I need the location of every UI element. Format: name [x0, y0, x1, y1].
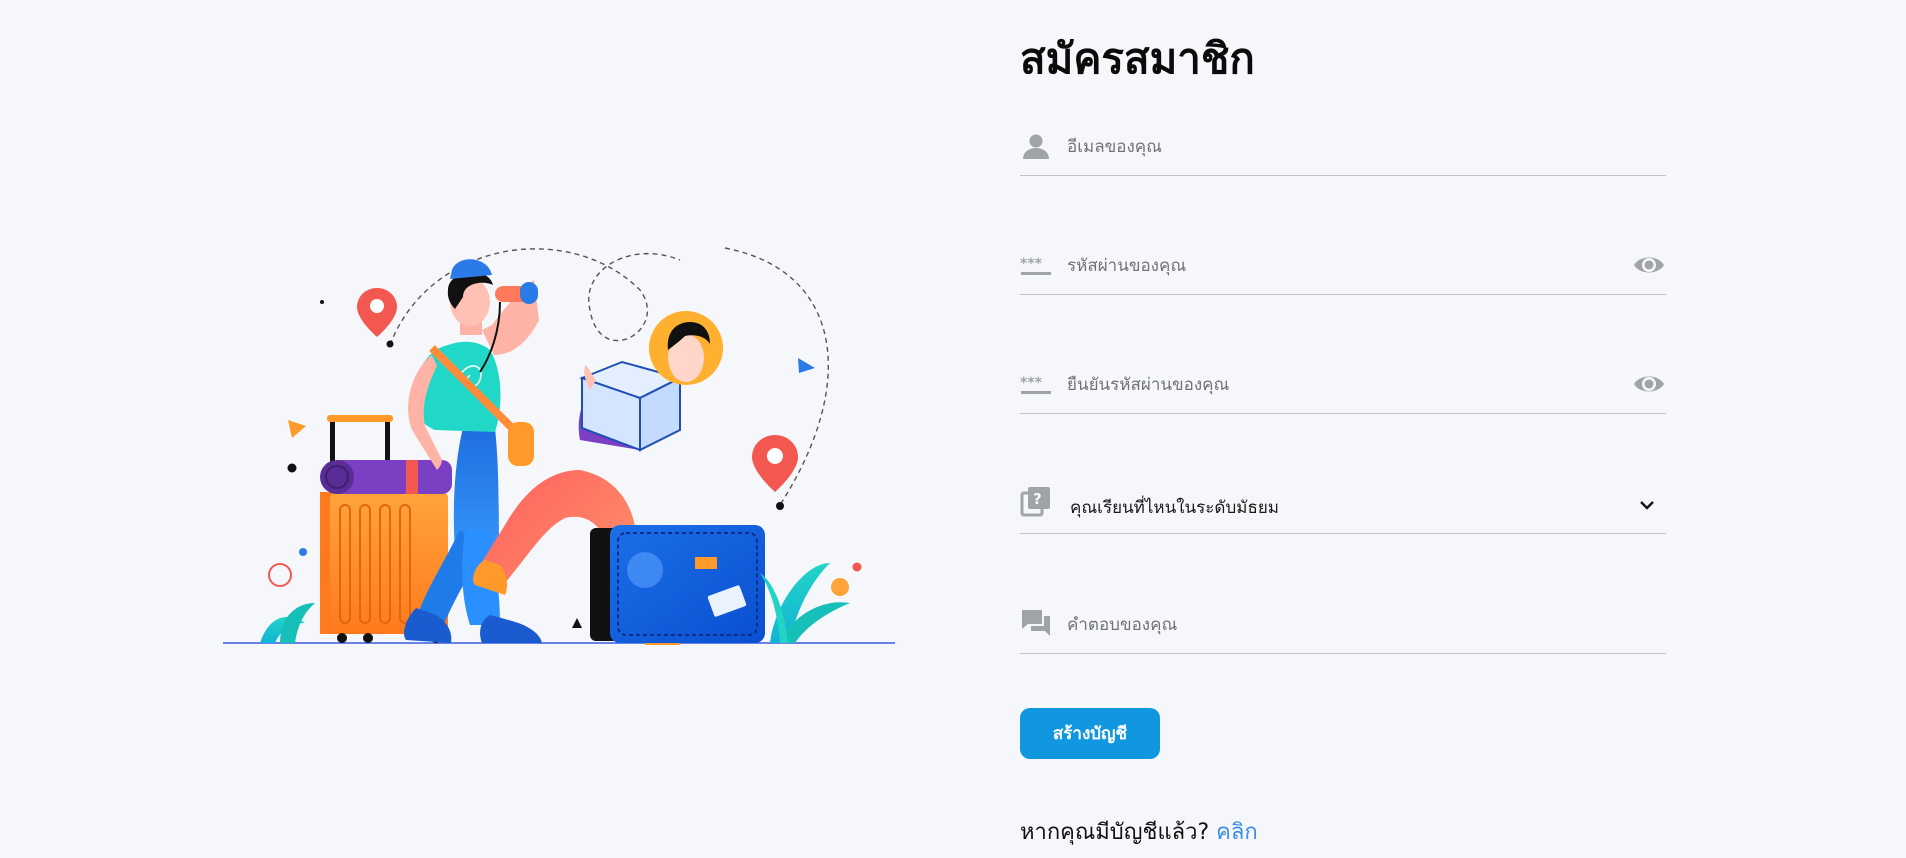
answer-input[interactable] [1065, 607, 1609, 643]
eye-icon[interactable] [1632, 252, 1666, 278]
school-select-label: คุณเรียนที่ไหนในระดับมัธยม [1070, 498, 1280, 518]
svg-text:***: *** [1020, 375, 1043, 391]
confirm-password-input[interactable] [1065, 367, 1609, 403]
answer-field-row [1020, 595, 1666, 654]
password-input[interactable] [1065, 248, 1609, 284]
question-cards-icon: ? [1020, 485, 1052, 517]
eye-icon[interactable] [1632, 371, 1666, 397]
svg-text:?: ? [1033, 490, 1042, 508]
travelers-with-luggage-illustration [223, 247, 895, 645]
chevron-down-icon[interactable] [1638, 497, 1656, 511]
person-icon [1020, 133, 1052, 161]
school-select[interactable]: ? คุณเรียนที่ไหนในระดับมัธยม [1020, 475, 1666, 534]
travelers-illustration [220, 230, 900, 650]
page-title: สมัครสมาชิก [1020, 34, 1255, 83]
chat-bubbles-icon [1020, 607, 1052, 636]
email-field-row [1020, 117, 1666, 176]
confirm-password-field-row: *** [1020, 355, 1666, 414]
signin-link[interactable]: คลิก [1216, 820, 1258, 845]
svg-text:***: *** [1020, 256, 1043, 272]
email-input[interactable] [1065, 129, 1609, 165]
password-field-row: *** [1020, 236, 1666, 295]
create-account-button[interactable]: สร้างบัญชี [1020, 708, 1160, 759]
signin-prompt-text: หากคุณมีบัญชีแล้ว? [1020, 820, 1210, 845]
signin-prompt-row: หากคุณมีบัญชีแล้ว? คลิก [1020, 814, 1258, 849]
password-dots-icon: *** [1020, 371, 1052, 399]
password-dots-icon: *** [1020, 252, 1052, 280]
